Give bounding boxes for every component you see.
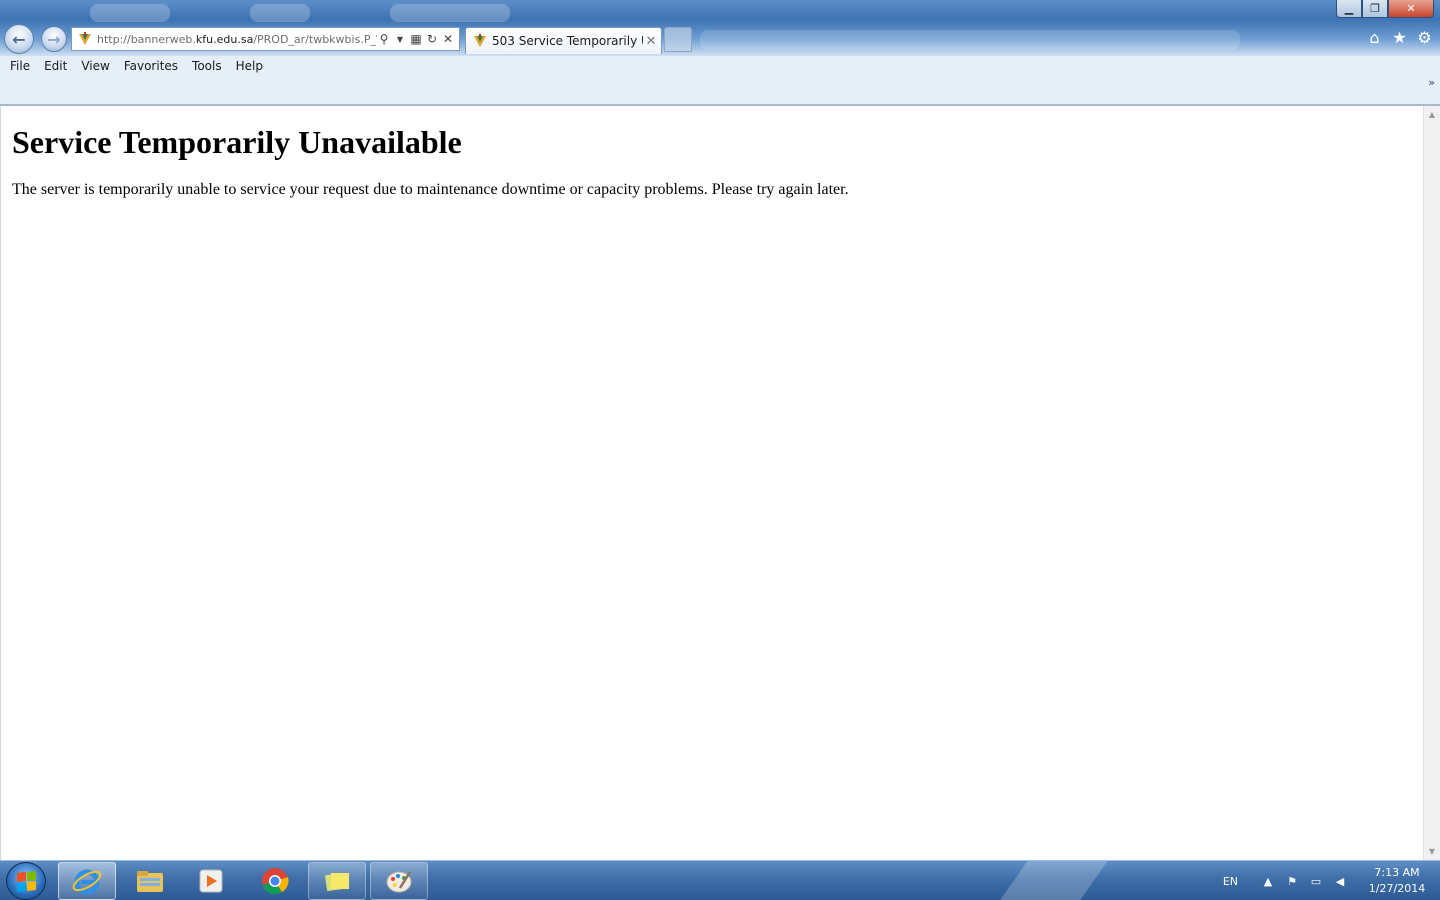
sticky-notes-icon <box>324 872 349 892</box>
back-arrow-icon: ← <box>12 29 26 49</box>
url-prefix: http://bannerweb. <box>97 32 196 46</box>
system-tray: EN ▲ ⚑ ▭ ◀ 7:13 AM 1/27/2014 <box>1223 861 1432 900</box>
address-bar-icons: ⚲ ▼ ▦ ↻ ✕ <box>377 32 459 46</box>
show-hidden-icons-icon[interactable]: ▲ <box>1256 875 1280 888</box>
folder-icon <box>137 871 163 892</box>
taskbar-media-player[interactable] <box>182 862 240 900</box>
restore-icon: ❐ <box>1370 2 1380 15</box>
action-center-flag-icon[interactable]: ⚑ <box>1280 875 1304 888</box>
tab-close-icon[interactable]: ✕ <box>643 34 659 49</box>
paint-palette-icon <box>386 871 412 893</box>
stop-icon[interactable]: ✕ <box>441 32 455 46</box>
glass-streak <box>250 4 310 22</box>
taskbar-sticky-notes[interactable] <box>308 862 366 900</box>
menu-item-tools[interactable]: Tools <box>185 59 229 73</box>
url-path: /PROD_ar/twbkwbis.P_V <box>253 32 377 46</box>
taskbar-paint[interactable] <box>370 862 428 900</box>
menu-items: File Edit View Favorites Tools Help <box>0 56 1440 76</box>
windows-taskbar: EN ▲ ⚑ ▭ ◀ 7:13 AM 1/27/2014 <box>0 860 1440 900</box>
new-tab-button[interactable] <box>664 27 692 52</box>
tab-title: 503 Service Temporarily Un... <box>492 34 643 48</box>
media-player-icon <box>199 869 223 893</box>
taskbar-glare <box>985 861 1115 900</box>
search-icon[interactable]: ⚲ <box>377 32 391 46</box>
dropdown-icon[interactable]: ▼ <box>393 35 407 44</box>
menu-bar: File Edit View Favorites Tools Help » <box>0 56 1440 106</box>
forward-arrow-icon: → <box>47 29 61 49</box>
menu-item-favorites[interactable]: Favorites <box>117 59 185 73</box>
browser-tools: ⌂ ★ ⚙ <box>1365 28 1434 48</box>
chrome-icon <box>262 868 289 895</box>
glass-streak <box>90 4 170 22</box>
clock-time: 7:13 AM <box>1374 866 1420 879</box>
error-message: The server is temporarily unable to serv… <box>12 181 849 198</box>
vertical-scrollbar[interactable]: ▲ ▼ <box>1423 106 1440 860</box>
tab-favicon-icon <box>472 33 488 49</box>
internet-explorer-icon <box>72 869 102 895</box>
scroll-up-arrow-icon[interactable]: ▲ <box>1424 106 1440 123</box>
close-window-button[interactable]: ✕ <box>1388 0 1434 18</box>
menu-item-help[interactable]: Help <box>229 59 270 73</box>
refresh-icon[interactable]: ↻ <box>425 32 439 46</box>
menu-item-edit[interactable]: Edit <box>37 59 74 73</box>
page-content: Service Temporarily Unavailable The serv… <box>0 106 1423 860</box>
url-domain: kfu.edu.sa <box>195 32 254 46</box>
clock-date: 1/27/2014 <box>1368 882 1426 895</box>
home-icon[interactable]: ⌂ <box>1365 28 1384 48</box>
close-icon: ✕ <box>1406 2 1416 15</box>
taskbar-clock[interactable]: 7:13 AM 1/27/2014 <box>1362 865 1432 897</box>
window-controls: ▁ ❐ ✕ <box>1336 0 1434 18</box>
volume-icon[interactable]: ◀ <box>1328 875 1352 888</box>
windows-logo-icon <box>16 870 36 892</box>
glass-streak <box>700 30 1240 50</box>
browser-tab-active[interactable]: 503 Service Temporarily Un... ✕ <box>465 27 662 54</box>
scroll-down-arrow-icon[interactable]: ▼ <box>1424 843 1440 860</box>
settings-gear-icon[interactable]: ⚙ <box>1415 28 1434 48</box>
forward-button[interactable]: → <box>41 26 67 52</box>
minimize-icon: ▁ <box>1344 2 1354 15</box>
taskbar-internet-explorer[interactable] <box>58 862 116 900</box>
browser-titlebar: ▁ ❐ ✕ ← → http://bannerweb.kfu.edu.sa/PR… <box>0 0 1440 56</box>
restore-button[interactable]: ❐ <box>1362 0 1388 18</box>
language-indicator[interactable]: EN <box>1223 875 1238 888</box>
minimize-button[interactable]: ▁ <box>1336 0 1362 18</box>
favorites-star-icon[interactable]: ★ <box>1390 28 1409 48</box>
glass-streak <box>390 4 510 22</box>
network-icon[interactable]: ▭ <box>1304 875 1328 888</box>
site-favicon-icon <box>77 31 93 47</box>
address-bar[interactable]: http://bannerweb.kfu.edu.sa/PROD_ar/twbk… <box>71 27 460 51</box>
page-title: Service Temporarily Unavailable <box>12 124 462 160</box>
compatibility-view-icon[interactable]: ▦ <box>409 32 423 46</box>
start-button[interactable] <box>6 862 46 900</box>
back-button[interactable]: ← <box>4 24 34 54</box>
address-url[interactable]: http://bannerweb.kfu.edu.sa/PROD_ar/twbk… <box>97 33 377 46</box>
taskbar-file-explorer[interactable] <box>121 862 179 900</box>
menu-item-view[interactable]: View <box>74 59 116 73</box>
menu-item-file[interactable]: File <box>3 59 37 73</box>
toolbar-overflow-chevron-icon[interactable]: » <box>1428 76 1435 89</box>
taskbar-chrome[interactable] <box>246 862 304 900</box>
